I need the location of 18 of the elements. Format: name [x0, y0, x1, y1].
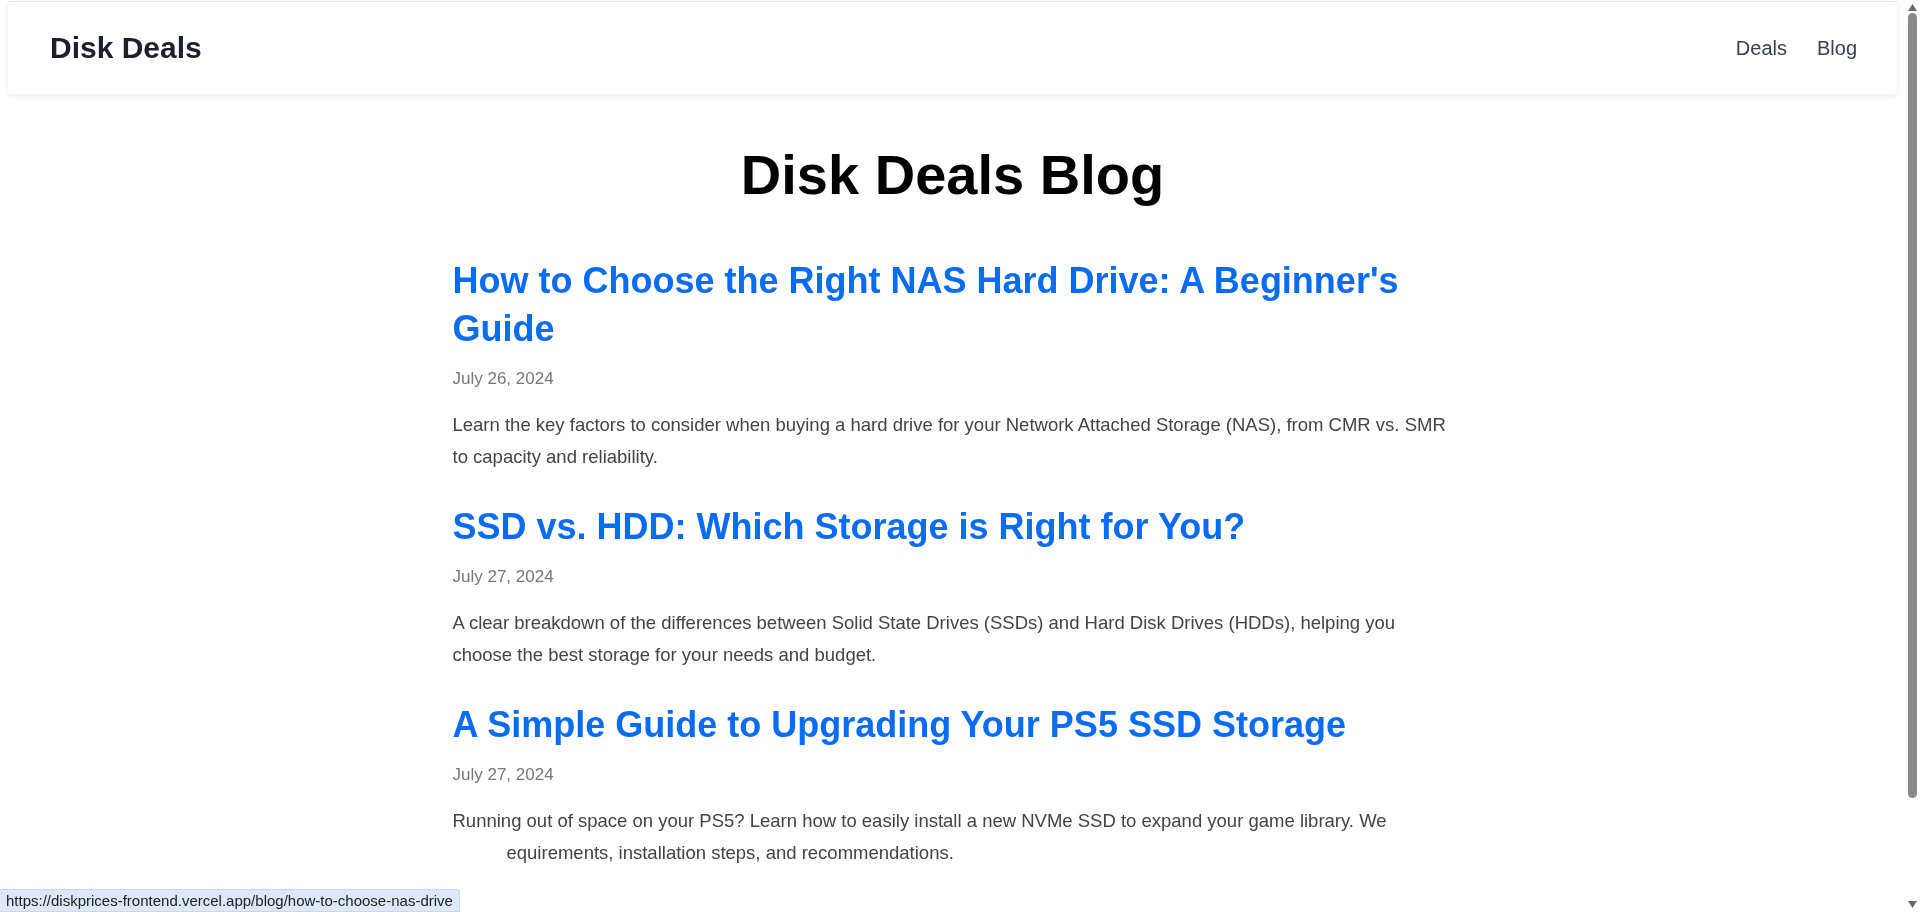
scrollbar-thumb[interactable] — [1908, 13, 1917, 798]
post-title-link[interactable]: How to Choose the Right NAS Hard Drive: A Beginner's Guide — [452, 257, 1453, 353]
post-title-link[interactable]: A Simple Guide to Upgrading Your PS5 SSD Storage — [452, 701, 1453, 749]
site-logo[interactable]: Disk Deals — [50, 31, 202, 65]
scroll-down-icon[interactable] — [1908, 901, 1917, 908]
nav-link[interactable]: Deals — [1735, 36, 1787, 60]
nav-link[interactable]: Blog — [1816, 36, 1857, 60]
post-excerpt: Learn the key factors to consider when buying a hard drive for your Network Attached Storage (NAS), from CMR vs. SMR to capacity and reliability. — [452, 413, 1447, 469]
post-excerpt-line: Running out of space on your PS5? Learn how to easily install a new NVMe SSD to expand your game library. We — [452, 809, 1388, 833]
post-excerpt-line: equirements, installation steps, and recommendations. — [505, 841, 955, 865]
scroll-up-icon[interactable] — [1908, 4, 1917, 11]
post-date: July 27, 2024 — [452, 567, 555, 587]
post-excerpt: A clear breakdown of the differences between Solid State Drives (SSDs) and Hard Disk Drives (HDDs), helping you choose the best storage for your needs and budget. — [452, 611, 1397, 667]
page-title: Disk Deals Blog — [739, 142, 1166, 207]
post-date: July 26, 2024 — [452, 369, 555, 389]
post-title-link[interactable]: SSD vs. HDD: Which Storage is Right for You? — [452, 503, 1453, 551]
post-date: July 27, 2024 — [452, 765, 555, 785]
link-status-bar: https://diskprices-frontend.vercel.app/blog/how-to-choose-nas-drive — [0, 889, 460, 912]
